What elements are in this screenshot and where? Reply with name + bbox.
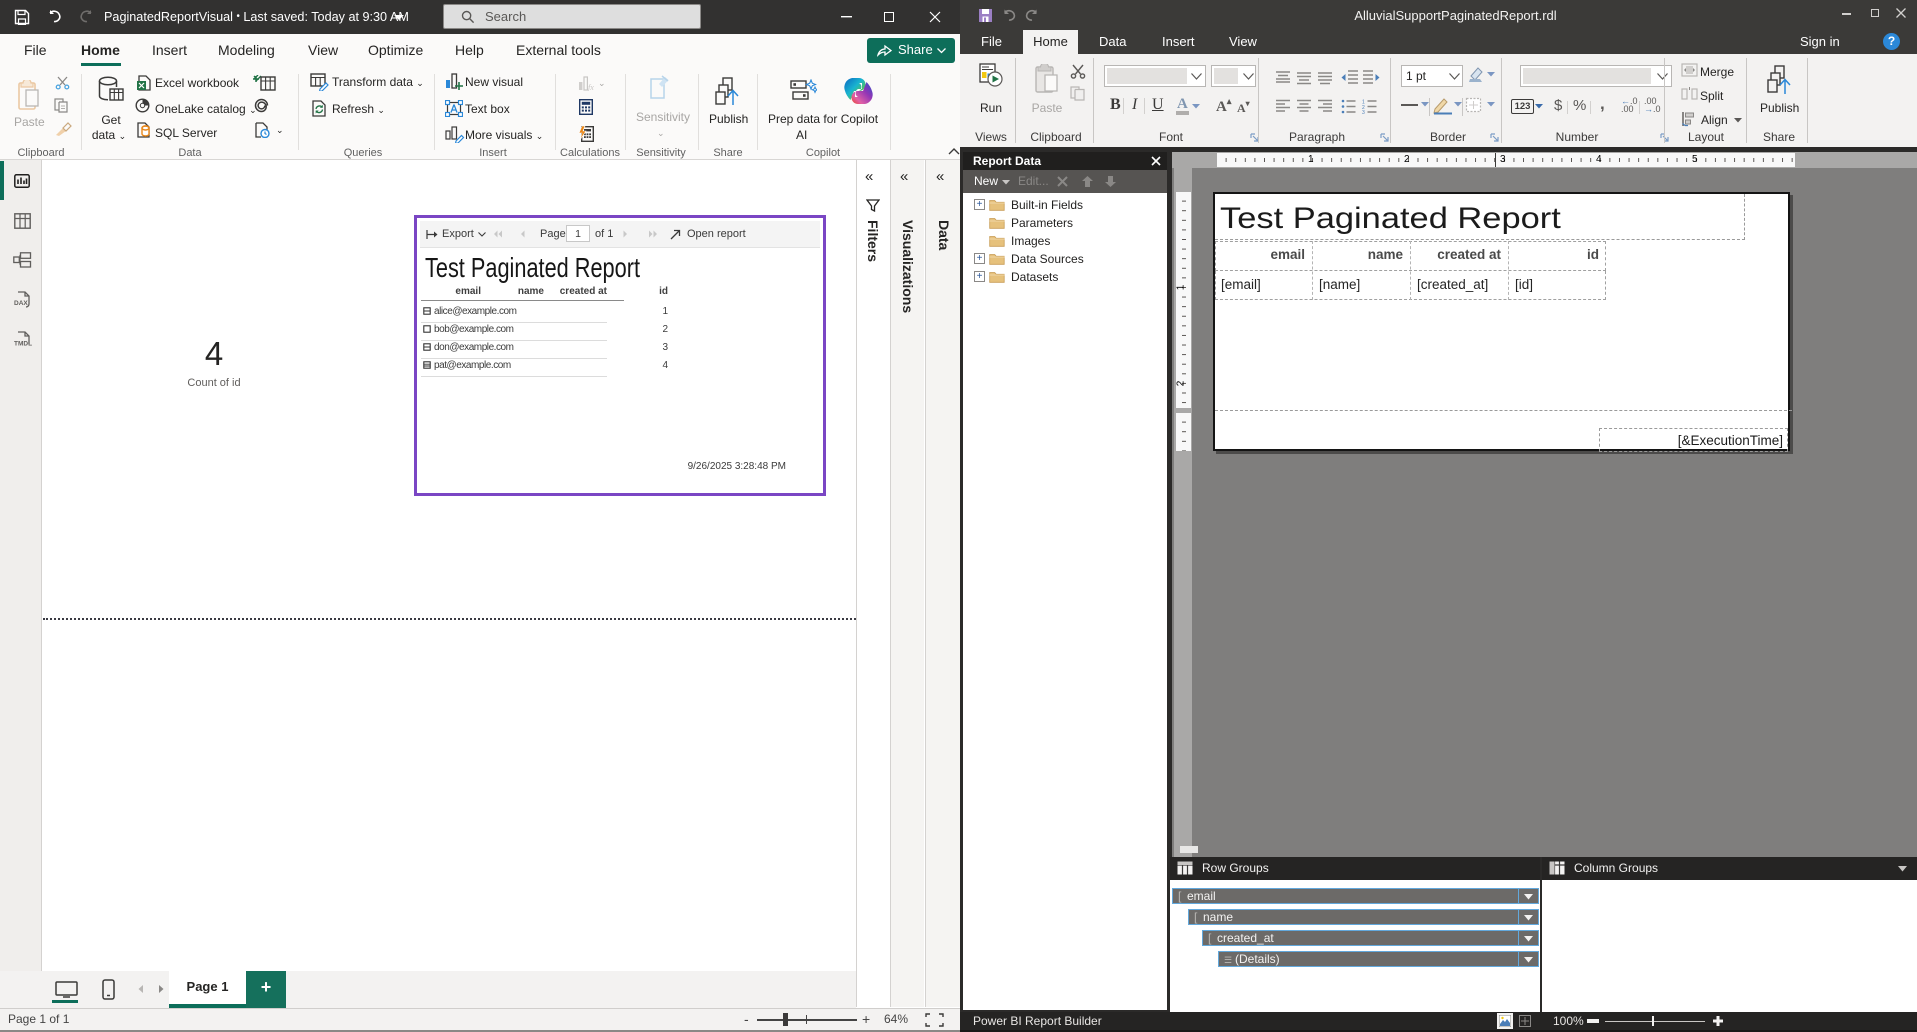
svg-text:fx: fx <box>588 83 594 91</box>
svg-text:TMDL: TMDL <box>14 341 32 348</box>
svg-text:3: 3 <box>1362 110 1365 114</box>
svg-text:DAX: DAX <box>14 300 28 307</box>
